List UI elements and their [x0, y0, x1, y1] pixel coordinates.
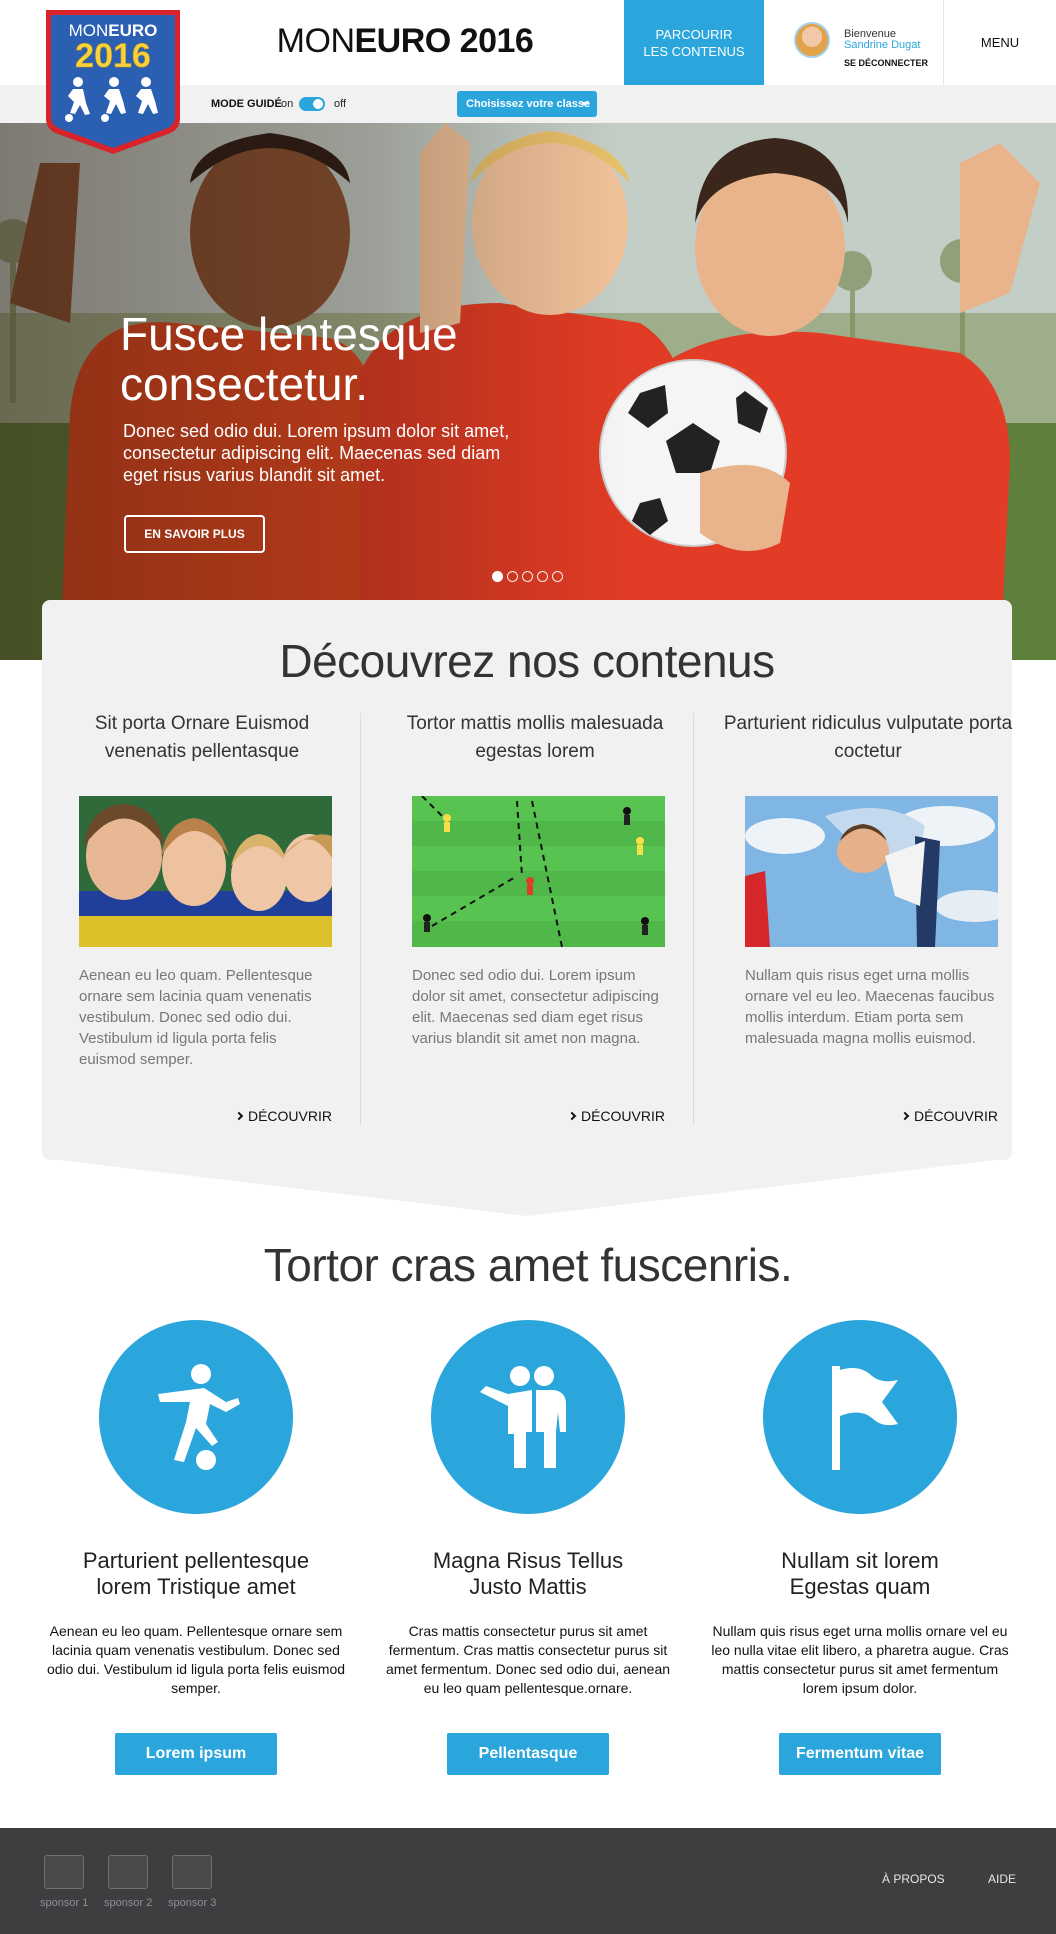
feature-3: Nullam sit lorem Egestas quam Nullam qui…	[705, 1320, 1015, 1775]
feature-circle	[431, 1320, 625, 1514]
sponsor-1[interactable]: sponsor 1	[40, 1855, 88, 1909]
discover-link-label: DÉCOUVRIR	[913, 1108, 998, 1124]
hero-text: Donec sed odio dui. Lorem ipsum dolor si…	[123, 421, 510, 485]
slider-dot-3[interactable]	[522, 571, 533, 582]
team-icon	[480, 1366, 566, 1468]
toggle-on-label: on	[281, 98, 294, 110]
username[interactable]: Sandrine Dugat	[844, 39, 920, 51]
moneuro-logo[interactable]: MONEURO 2016	[42, 6, 184, 158]
feature-description: Nullam quis risus eget urna mollis ornar…	[711, 1623, 1009, 1696]
site-title-light: MON	[276, 22, 355, 60]
class-select[interactable]: Choisissez votre classe	[457, 91, 597, 117]
feature-heading-line1: Parturient pellentesque	[82, 1548, 310, 1573]
sponsor-logo	[108, 1855, 149, 1889]
feature-2: Magna Risus Tellus Justo Mattis Cras mat…	[373, 1320, 683, 1775]
sponsor-label: sponsor 2	[104, 1897, 153, 1909]
column-divider	[360, 713, 361, 1125]
sponsor-label: sponsor 1	[40, 1897, 89, 1909]
feature-1: Parturient pellentesque lorem Tristique …	[41, 1320, 351, 1775]
slider-dot-1[interactable]	[492, 571, 503, 582]
browse-label-line1: PARCOURIR	[655, 26, 733, 42]
discover-link[interactable]: DÉCOUVRIR	[900, 1108, 998, 1124]
feature-heading-line2: Egestas quam	[789, 1574, 931, 1599]
sponsor-2[interactable]: sponsor 2	[104, 1855, 152, 1909]
feature-button[interactable]: Fermentum vitae	[779, 1733, 941, 1775]
content-heading: Tortor mattis mollis malesuada egestas l…	[406, 713, 664, 762]
toggle-off-label: off	[334, 98, 347, 110]
discover-link-label: DÉCOUVRIR	[580, 1108, 665, 1124]
discover-link[interactable]: DÉCOUVRIR	[567, 1108, 665, 1124]
discover-link-label: DÉCOUVRIR	[247, 1108, 332, 1124]
flag-icon	[832, 1366, 898, 1470]
feature-heading-line1: Magna Risus Tellus	[432, 1548, 624, 1573]
feature-button[interactable]: Lorem ipsum	[115, 1733, 277, 1775]
hero-title: Fusce lentesque consectetur.	[120, 308, 458, 410]
slider-dot-5[interactable]	[552, 571, 563, 582]
content-thumbnail-girls[interactable]	[79, 796, 332, 947]
guided-mode-toggle[interactable]	[299, 97, 325, 111]
browse-contents-button[interactable]: PARCOURIR LES CONTENUS	[624, 0, 764, 85]
slider-dot-4[interactable]	[537, 571, 548, 582]
logo-year-text: 2016	[75, 37, 151, 75]
user-box: Bienvenue Sandrine Dugat SE DÉCONNECTER	[790, 22, 940, 70]
class-select-label: Choisissez votre classe	[466, 98, 591, 110]
sponsor-logo	[44, 1855, 85, 1889]
sponsor-3[interactable]: sponsor 3	[168, 1855, 216, 1909]
feature-description: Cras mattis consectetur purus sit amet f…	[385, 1623, 671, 1696]
content-thumbnail-drill[interactable]	[412, 796, 665, 947]
discover-title: Découvrez nos contenus	[279, 635, 775, 687]
site-footer: sponsor 1 sponsor 2 sponsor 3 À PROPOS A…	[0, 1828, 1056, 1934]
feature-heading-line1: Nullam sit lorem	[781, 1548, 939, 1573]
content-heading: Sit porta Ornare Euismod venenatis pelle…	[94, 713, 310, 762]
content-heading: Parturient ridiculus vulputate porta coc…	[723, 713, 1013, 762]
content-column-2: Tortor mattis mollis malesuada egestas l…	[385, 710, 685, 1124]
browse-label-line2: LES CONTENUS	[643, 43, 745, 59]
feature-heading-line2: lorem Tristique amet	[96, 1574, 296, 1599]
help-link[interactable]: AIDE	[988, 1872, 1016, 1886]
sponsor-label: sponsor 3	[168, 1897, 217, 1909]
learn-more-button[interactable]: EN SAVOIR PLUS	[124, 515, 265, 553]
avatar[interactable]	[794, 22, 830, 58]
about-link[interactable]: À PROPOS	[882, 1872, 945, 1886]
site-title-bold: EURO 2016	[354, 22, 534, 60]
caret-down-icon	[581, 102, 589, 106]
slider-dots	[492, 571, 563, 582]
soccer-player-icon	[158, 1364, 240, 1470]
feature-circle	[99, 1320, 293, 1514]
guided-mode-label: MODE GUIDÉ	[211, 98, 282, 110]
feature-heading-line2: Justo Mattis	[469, 1574, 587, 1599]
toggle-knob	[313, 99, 323, 109]
menu-button[interactable]: MENU	[943, 0, 1056, 85]
feature-description: Aenean eu leo quam. Pellentesque ornare …	[46, 1623, 346, 1696]
content-description: Aenean eu leo quam. Pellentesque ornare …	[79, 967, 313, 1068]
content-thumbnail-boy[interactable]	[745, 796, 998, 947]
discover-panel: Découvrez nos contenus Sit porta Ornare …	[42, 600, 1012, 1160]
discover-link[interactable]: DÉCOUVRIR	[234, 1108, 332, 1124]
features-title: Tortor cras amet fuscenris.	[263, 1239, 793, 1291]
logout-link[interactable]: SE DÉCONNECTER	[844, 58, 928, 68]
feature-circle	[763, 1320, 957, 1514]
chevron-right-icon	[900, 1111, 910, 1121]
column-divider	[693, 713, 694, 1125]
content-description: Nullam quis risus eget urna mollis ornar…	[745, 967, 995, 1047]
site-title: MONEURO 2016	[250, 22, 560, 61]
content-column-3: Parturient ridiculus vulputate porta coc…	[718, 710, 1018, 1124]
sponsor-logo	[172, 1855, 213, 1889]
feature-button[interactable]: Pellentasque	[447, 1733, 609, 1775]
slider-dot-2[interactable]	[507, 571, 518, 582]
content-column-1: Sit porta Ornare Euismod venenatis pelle…	[52, 710, 352, 1124]
chevron-right-icon	[234, 1111, 244, 1121]
panel-pointer	[42, 1158, 1012, 1216]
hero-slider: Fusce lentesque consectetur. Donec sed o…	[0, 123, 1056, 660]
chevron-right-icon	[567, 1111, 577, 1121]
content-description: Donec sed odio dui. Lorem ipsum dolor si…	[412, 967, 659, 1047]
